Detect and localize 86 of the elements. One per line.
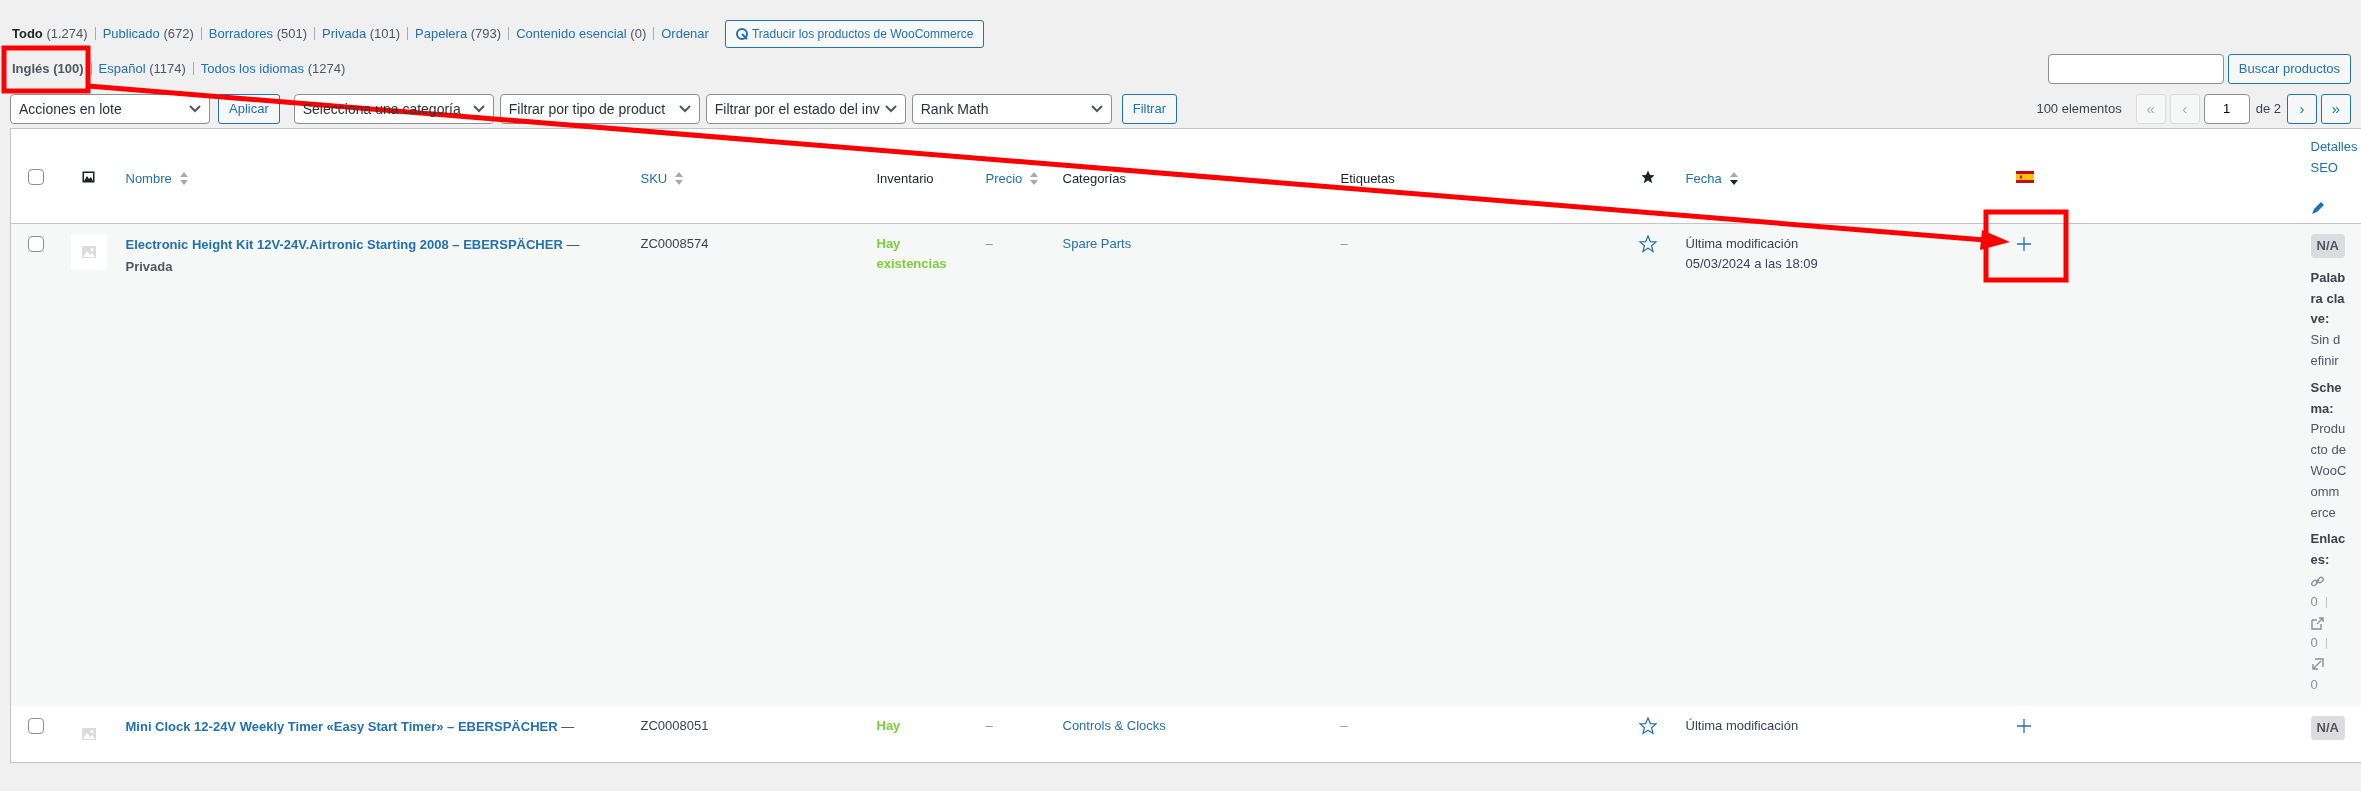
incoming-link-icon — [2310, 658, 2324, 672]
checkbox[interactable] — [27, 718, 44, 735]
pagination-button: « — [2135, 93, 2166, 124]
select-dropdown[interactable]: Rank Math — [911, 93, 1112, 124]
date-text: 05/03/2024 a las 18:09 — [1685, 255, 1819, 274]
links-label: Enlaces: — [2310, 530, 2347, 570]
checkbox[interactable] — [27, 236, 44, 253]
tags-text: – — [1340, 717, 1348, 733]
column-header: Etiquetas — [1340, 171, 1395, 187]
image-icon — [81, 170, 95, 183]
caret-icon — [884, 104, 897, 113]
product-name-link[interactable]: Mini Clock 12-24V Weekly Timer «Easy Start Timer» – EBERSPÄCHER — [125, 718, 558, 734]
date-label: Última modificación — [1685, 716, 1800, 735]
item-count: 100 elementos — [2036, 99, 2122, 118]
price-text: – — [985, 717, 993, 733]
select-dropdown[interactable]: Filtrar por el estado del inv — [705, 93, 906, 124]
star-icon[interactable] — [1639, 717, 1657, 736]
status-link[interactable]: Borradores (501) — [208, 23, 308, 44]
caret-icon — [1090, 104, 1103, 113]
column-header[interactable]: Fecha — [1685, 169, 1738, 189]
pagination-button: ‹ — [2169, 93, 2200, 124]
spain-flag-icon — [2015, 170, 2034, 183]
search-button[interactable]: Buscar productos — [2227, 53, 2351, 84]
page-field[interactable]: 1 — [2203, 93, 2250, 124]
image-placeholder-icon — [81, 727, 96, 740]
status-link[interactable]: Publicado (672) — [102, 23, 194, 44]
seo-score-badge: N/A — [2310, 715, 2345, 740]
category-link[interactable]: Spare Parts — [1062, 235, 1132, 251]
star-icon[interactable] — [1639, 235, 1657, 254]
language-link[interactable]: Todos los idiomas (1274) — [200, 58, 346, 79]
sort-icon — [1030, 172, 1039, 186]
link-count: 0 — [2310, 635, 2318, 651]
sort-icon — [675, 172, 684, 186]
pagination-button[interactable]: » — [2321, 93, 2351, 124]
seo-score-badge: N/A — [2310, 233, 2345, 258]
price-text: – — [985, 235, 993, 251]
translate-button[interactable]: Traducir los productos de WooCommerce — [724, 19, 985, 48]
status-link[interactable]: Ordenar — [661, 23, 709, 44]
tags-text: – — [1340, 235, 1348, 251]
language-link[interactable]: Español (1174) — [98, 58, 186, 79]
translate-icon — [735, 27, 748, 40]
status-link[interactable]: Privada (101) — [322, 23, 401, 44]
status-link[interactable]: Todo (1.274) — [12, 23, 88, 44]
caret-icon — [678, 104, 691, 113]
column-header[interactable]: Nombre — [125, 169, 188, 189]
stock-status: Hay existencias — [876, 235, 947, 272]
name-separator: — — [560, 718, 575, 734]
add-icon[interactable] — [2015, 718, 2032, 735]
column-header[interactable]: SKU — [640, 169, 684, 189]
schema-label: Schema: — [2310, 378, 2343, 418]
sku-text: ZC0008051 — [640, 717, 709, 733]
checkbox[interactable] — [27, 168, 44, 185]
status-link[interactable]: Contenido esencial (0) — [516, 23, 647, 44]
product-name-link[interactable]: Electronic Height Kit 12V-24V.Airtronic Starting 2008 – EBERSPÄCHER — [125, 236, 563, 252]
pencil-icon — [2310, 200, 2325, 215]
post-status: Privada — [125, 258, 174, 277]
status-link[interactable]: Papelera (793) — [415, 23, 502, 44]
caret-icon — [472, 104, 485, 113]
sort-icon — [179, 172, 188, 186]
link-count: 0 — [2310, 676, 2318, 692]
select-dropdown[interactable]: Acciones en lote — [10, 93, 210, 124]
pagination-button[interactable]: › — [2287, 93, 2317, 124]
name-separator: — — [565, 236, 580, 252]
search-field[interactable] — [2047, 53, 2224, 84]
column-header: Inventario — [876, 171, 934, 187]
link-icon — [2310, 575, 2324, 588]
schema-value: Producto de WooCommerce — [2310, 420, 2347, 522]
sku-text: ZC0008574 — [640, 235, 709, 251]
link-count: 0 — [2310, 593, 2318, 609]
keyword-label: Palabra clave: — [2310, 268, 2347, 329]
page-total: de 2 — [2255, 99, 2281, 118]
language-link[interactable]: Inglés (100) — [12, 58, 84, 79]
date-label: Última modificación — [1685, 234, 1800, 253]
select-dropdown[interactable]: Filtrar por tipo de product — [499, 93, 700, 124]
stock-status: Hay — [876, 717, 901, 733]
category-link[interactable]: Controls & Clocks — [1062, 717, 1166, 733]
add-icon[interactable] — [2015, 236, 2032, 253]
filter-button[interactable]: Filtrar — [1121, 93, 1177, 124]
column-header[interactable]: Detalles SEO — [2310, 137, 2361, 179]
keyword-value: Sin definir — [2310, 331, 2342, 370]
caret-icon — [189, 104, 201, 113]
column-header[interactable]: Precio — [985, 169, 1039, 189]
star-icon — [1641, 169, 1655, 184]
image-placeholder-icon — [81, 245, 96, 258]
external-link-icon — [2310, 616, 2324, 630]
column-header: Categorías — [1062, 171, 1127, 187]
